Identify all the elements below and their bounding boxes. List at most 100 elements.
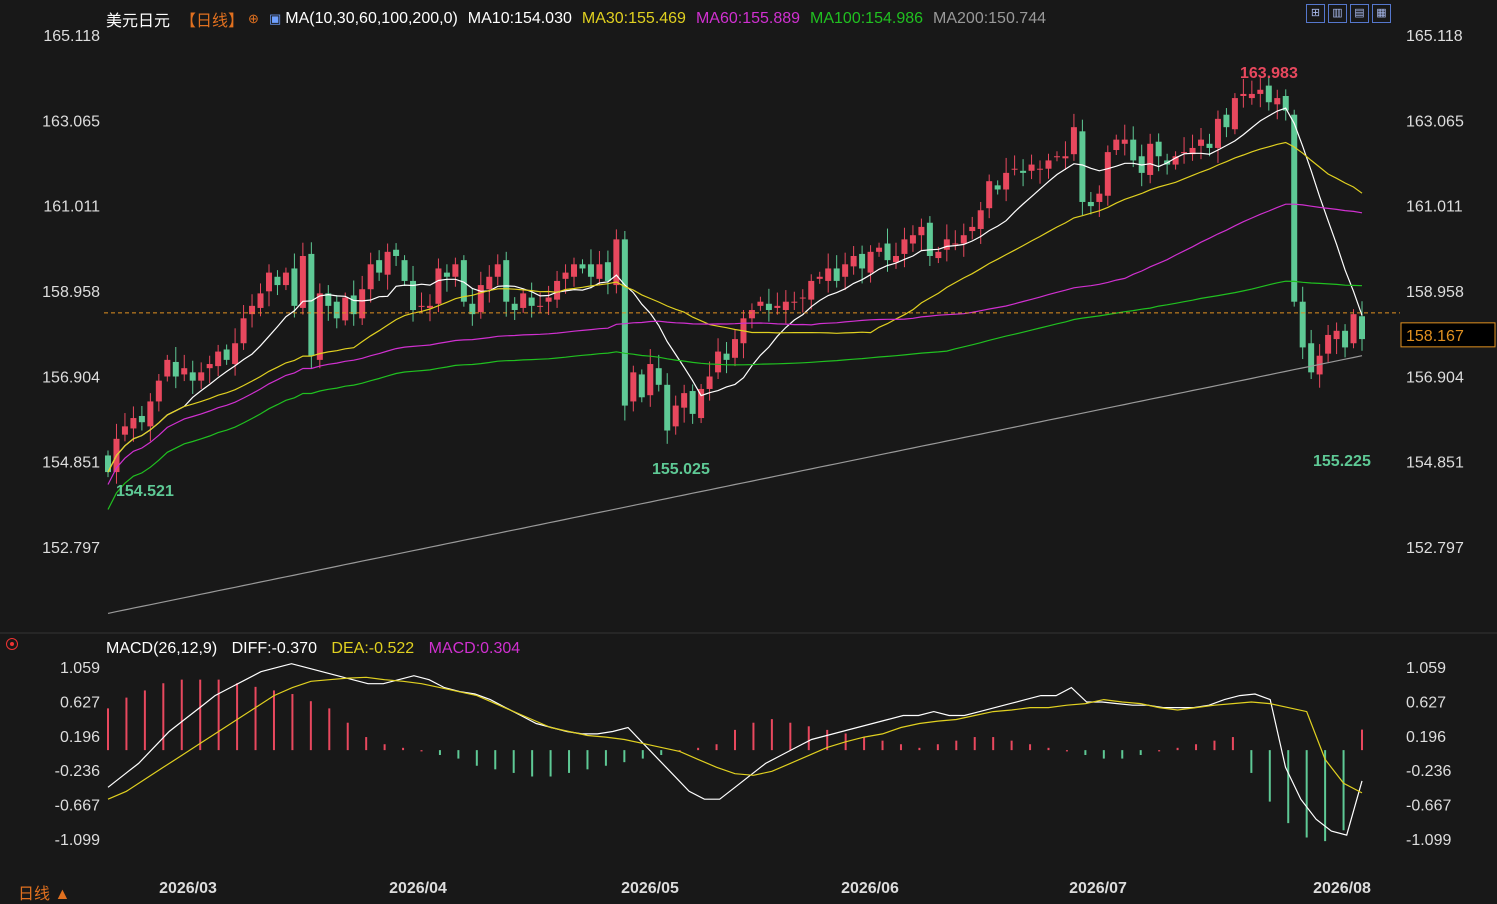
candle-body xyxy=(1062,156,1069,159)
macd-tick-left: -1.099 xyxy=(55,832,100,849)
candle-body xyxy=(198,372,205,381)
candle-body xyxy=(867,251,874,273)
high-annotation: 163.983 xyxy=(1240,65,1298,82)
candle-body xyxy=(884,243,891,261)
record-icon[interactable] xyxy=(6,638,18,650)
candle-body xyxy=(1020,170,1027,173)
grid-view-icon[interactable]: ⊞ xyxy=(1306,4,1325,23)
symbol-label: 美元日元 xyxy=(106,13,171,30)
macd-tick-right: -0.667 xyxy=(1406,798,1451,815)
candle-body xyxy=(672,405,679,427)
date-tick-label: 2026/06 xyxy=(841,880,899,897)
candle-body xyxy=(833,268,840,281)
ma60-value: MA60:155.889 xyxy=(695,10,801,27)
candle-body xyxy=(579,264,586,269)
candle-body xyxy=(1206,143,1213,148)
bar-chart-icon[interactable]: ▥ xyxy=(1328,4,1347,23)
candle-body xyxy=(892,255,899,263)
split-view-icon[interactable]: ▦ xyxy=(1372,4,1391,23)
candle-body xyxy=(1070,127,1077,155)
candle-body xyxy=(257,293,264,308)
date-tick-label: 2026/08 xyxy=(1313,880,1371,897)
macd-tick-right: -0.236 xyxy=(1406,763,1451,780)
candle-body xyxy=(359,289,366,319)
candle-body xyxy=(511,303,518,311)
candle-body xyxy=(130,418,137,429)
candle-body xyxy=(316,293,323,360)
candle-body xyxy=(1198,139,1205,146)
candle-body xyxy=(791,301,798,303)
low-annotation: 154.521 xyxy=(116,483,174,500)
candle-body xyxy=(816,276,823,279)
macd-tick-right: 1.059 xyxy=(1406,660,1446,677)
candle-body xyxy=(1325,334,1332,354)
candle-body xyxy=(842,264,849,277)
crosshair-icon[interactable]: ⊕ xyxy=(248,11,259,27)
candle-body xyxy=(299,255,306,308)
candle-body xyxy=(147,401,154,427)
candle-body xyxy=(486,276,493,290)
price-tick-right: 152.797 xyxy=(1406,540,1464,557)
candle-body xyxy=(291,268,298,306)
price-tick-left: 156.904 xyxy=(42,369,100,386)
candle-body xyxy=(723,353,730,360)
candle-body xyxy=(155,380,162,402)
candle-body xyxy=(825,268,832,281)
macd-params: MACD(26,12,9) xyxy=(106,640,218,657)
candle-body xyxy=(1223,114,1230,128)
candle-body xyxy=(808,280,815,300)
candle-body xyxy=(215,351,222,367)
candle-body xyxy=(520,293,527,308)
ma100-line xyxy=(107,280,1363,510)
price-tick-left: 152.797 xyxy=(42,540,100,557)
candle-body xyxy=(1265,85,1272,103)
candle-body xyxy=(926,222,933,256)
ma30-line xyxy=(107,141,1363,473)
price-tick-right: 165.118 xyxy=(1406,28,1463,45)
candle-body xyxy=(1240,93,1247,97)
candle-body xyxy=(1087,201,1094,207)
low-annotation: 155.225 xyxy=(1313,453,1371,470)
candle-body xyxy=(418,305,425,307)
candle-body xyxy=(1181,152,1188,154)
candle-body xyxy=(308,253,315,356)
candle-body xyxy=(960,235,967,244)
candle-body xyxy=(732,339,738,358)
candle-body xyxy=(952,243,959,245)
candle-body xyxy=(1274,98,1281,105)
candle-body xyxy=(121,426,128,435)
candle-body xyxy=(859,253,866,269)
candle-body xyxy=(1333,330,1340,340)
candle-body xyxy=(1359,316,1365,340)
date-tick-label: 2026/03 xyxy=(159,880,217,897)
candle-body xyxy=(350,295,357,315)
candle-body xyxy=(689,391,696,414)
candle-body xyxy=(265,272,272,292)
toolbar: ⊞ ▥ ▤ ▦ xyxy=(1306,4,1391,23)
candle-body xyxy=(935,251,942,259)
price-tick-left: 165.118 xyxy=(43,28,100,45)
price-tick-right: 154.851 xyxy=(1406,455,1464,472)
candle-body xyxy=(1308,343,1315,373)
candle-body xyxy=(715,351,722,373)
candle-chart-icon[interactable]: ▤ xyxy=(1350,4,1369,23)
macd-tick-left: 1.059 xyxy=(60,660,100,677)
candle-body xyxy=(1053,156,1060,158)
candle-body xyxy=(969,226,976,232)
candle-body xyxy=(1113,139,1120,151)
price-tick-right: 161.011 xyxy=(1406,199,1463,216)
candle-body xyxy=(1299,301,1306,348)
period-footer[interactable]: 日线 ▲ xyxy=(18,880,70,904)
indicator-icon[interactable]: ▣ xyxy=(269,11,281,27)
candle-body xyxy=(630,372,637,402)
low-annotation: 155.025 xyxy=(652,461,710,478)
candle-body xyxy=(1350,314,1357,344)
last-price-label: 158.167 xyxy=(1406,328,1464,345)
candle-body xyxy=(748,310,755,319)
candle-body xyxy=(1003,172,1010,190)
candle-body xyxy=(909,235,916,244)
candle-body xyxy=(206,364,213,369)
macd-diff: DIFF:-0.370 xyxy=(231,640,317,657)
candle-body xyxy=(647,364,654,396)
period-label[interactable]: 【日线】 xyxy=(180,7,244,31)
